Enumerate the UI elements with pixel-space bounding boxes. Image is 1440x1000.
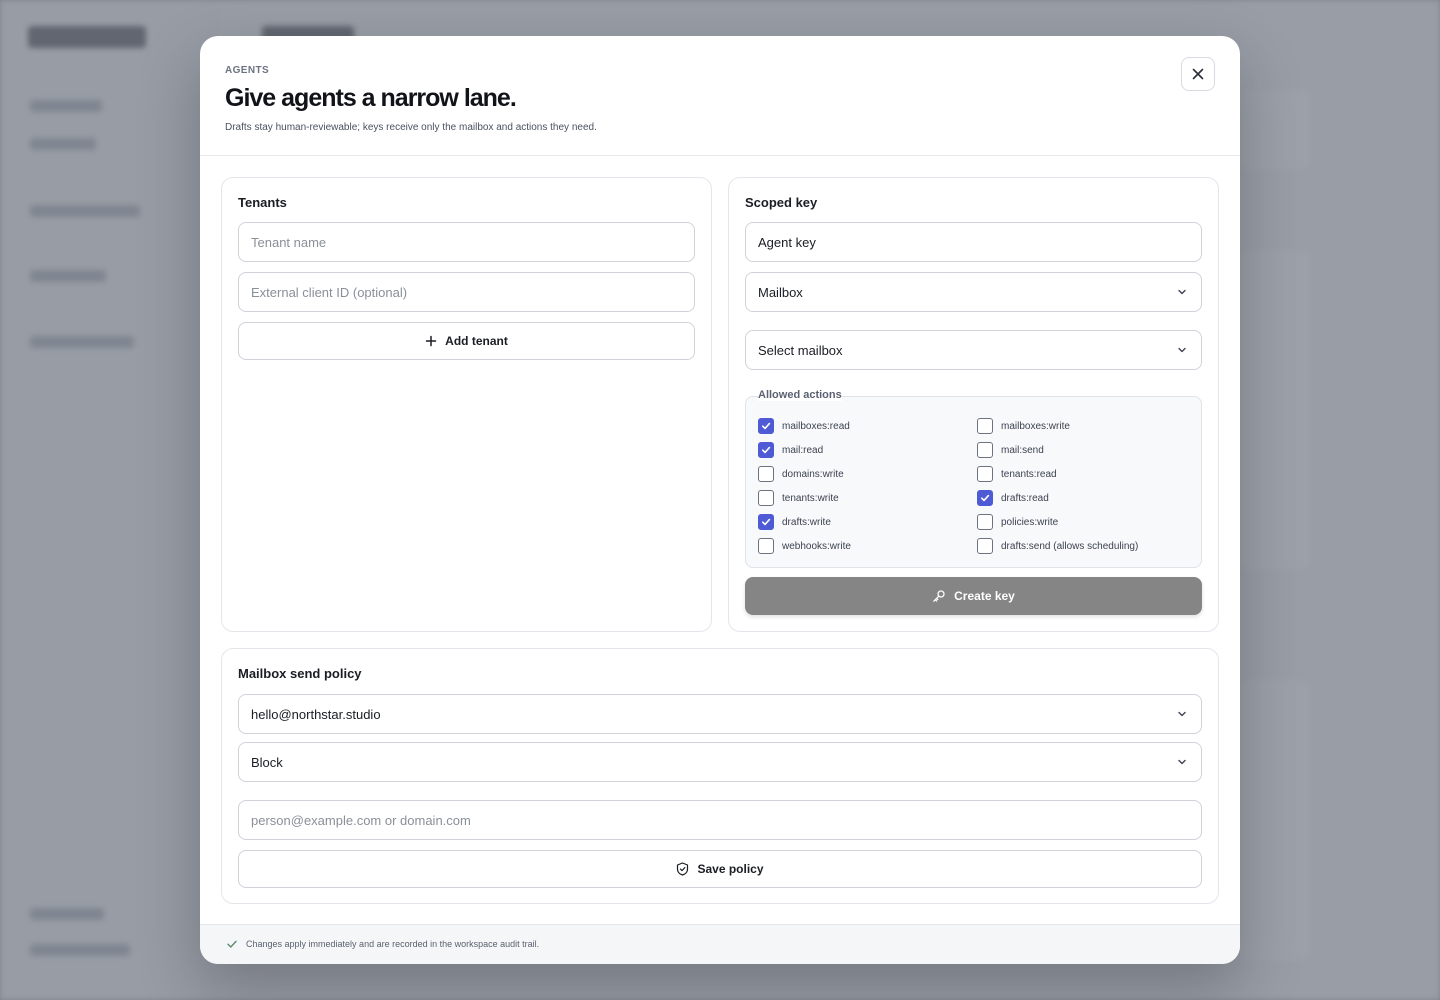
modal-subtitle: Drafts stay human-reviewable; keys recei… <box>225 122 597 133</box>
action-checkbox-label: mail:send <box>1001 444 1044 456</box>
check-icon <box>762 422 771 430</box>
tenants-title: Tenants <box>238 195 287 210</box>
modal-header: AGENTS Give agents a narrow lane. Drafts… <box>200 36 1240 156</box>
create-key-label: Create key <box>954 589 1015 603</box>
chevron-down-icon <box>1178 711 1186 717</box>
action-checkbox-item[interactable]: tenants:read <box>977 466 1057 482</box>
scope-type-value: Mailbox <box>758 284 803 300</box>
action-checkbox-label: mailboxes:write <box>1001 420 1070 432</box>
checkbox-unchecked[interactable] <box>977 466 993 482</box>
checkbox-unchecked[interactable] <box>758 466 774 482</box>
mailbox-select[interactable]: Select mailbox <box>745 330 1202 370</box>
allowed-actions-label: Allowed actions <box>758 389 842 401</box>
action-checkbox-item[interactable]: webhooks:write <box>758 538 851 554</box>
key-icon <box>933 590 945 602</box>
action-checkbox-item[interactable]: mailboxes:write <box>977 418 1070 434</box>
send-policy-card: Mailbox send policy hello@northstar.stud… <box>221 648 1219 904</box>
modal-footer: Changes apply immediately and are record… <box>200 924 1240 964</box>
action-checkbox-label: domains:write <box>782 468 844 480</box>
action-checkbox-item[interactable]: mail:read <box>758 442 823 458</box>
check-icon <box>762 446 771 454</box>
close-icon <box>1192 68 1204 80</box>
check-icon <box>762 518 771 526</box>
action-checkbox-item[interactable]: domains:write <box>758 466 844 482</box>
action-checkbox-item[interactable]: drafts:read <box>977 490 1049 506</box>
checkbox-checked[interactable] <box>758 442 774 458</box>
action-checkbox-item[interactable]: mailboxes:read <box>758 418 850 434</box>
scope-type-select[interactable]: Mailbox <box>745 272 1202 312</box>
add-tenant-button[interactable]: Add tenant <box>238 322 695 360</box>
send-policy-title: Mailbox send policy <box>238 666 362 681</box>
action-checkbox-item[interactable]: drafts:send (allows scheduling) <box>977 538 1138 554</box>
check-icon <box>227 940 237 948</box>
action-checkbox-label: mailboxes:read <box>782 420 850 432</box>
action-checkbox-label: tenants:write <box>782 492 839 504</box>
checkbox-unchecked[interactable] <box>758 538 774 554</box>
checkbox-checked[interactable] <box>758 418 774 434</box>
tenant-name-input[interactable]: Tenant name <box>238 222 695 262</box>
scoped-key-card: Scoped key Agent key Mailbox Select mail… <box>728 177 1219 632</box>
action-checkbox-label: tenants:read <box>1001 468 1057 480</box>
checkbox-unchecked[interactable] <box>758 490 774 506</box>
policy-mode-select[interactable]: Block <box>238 742 1202 782</box>
policy-mailbox-value: hello@northstar.studio <box>251 706 381 722</box>
scoped-key-title: Scoped key <box>745 195 818 210</box>
checkbox-unchecked[interactable] <box>977 442 993 458</box>
shield-check-icon <box>677 862 689 876</box>
key-name-input[interactable]: Agent key <box>745 222 1202 262</box>
add-tenant-label: Add tenant <box>445 334 508 348</box>
action-checkbox-label: webhooks:write <box>782 540 851 552</box>
chevron-down-icon <box>1178 289 1186 295</box>
policy-mailbox-select[interactable]: hello@northstar.studio <box>238 694 1202 734</box>
tenants-card: Tenants Tenant name External client ID (… <box>221 177 712 632</box>
action-checkbox-label: drafts:write <box>782 516 831 528</box>
action-checkbox-item[interactable]: policies:write <box>977 514 1058 530</box>
chevron-down-icon <box>1178 347 1186 353</box>
action-checkbox-label: drafts:send (allows scheduling) <box>1001 540 1139 552</box>
policy-mode-value: Block <box>251 754 283 770</box>
checkbox-unchecked[interactable] <box>977 418 993 434</box>
save-policy-label: Save policy <box>697 862 764 876</box>
action-checkbox-label: mail:read <box>782 444 824 456</box>
checkbox-unchecked[interactable] <box>977 538 993 554</box>
close-button[interactable] <box>1181 57 1215 91</box>
action-checkbox-item[interactable]: drafts:write <box>758 514 831 530</box>
checkbox-checked[interactable] <box>758 514 774 530</box>
mailbox-select-value: Select mailbox <box>758 342 843 358</box>
action-checkbox-item[interactable]: tenants:write <box>758 490 839 506</box>
action-checkbox-label: drafts:read <box>1001 492 1049 504</box>
checkbox-checked[interactable] <box>977 490 993 506</box>
action-checkbox-item[interactable]: mail:send <box>977 442 1044 458</box>
modal-eyebrow: AGENTS <box>225 65 270 76</box>
footer-note: Changes apply immediately and are record… <box>246 939 540 949</box>
external-client-id-input[interactable]: External client ID (optional) <box>238 272 695 312</box>
policy-target-input[interactable]: person@example.com or domain.com <box>238 800 1202 840</box>
check-icon <box>981 494 990 502</box>
plus-icon <box>425 335 437 347</box>
checkbox-unchecked[interactable] <box>977 514 993 530</box>
create-key-button[interactable]: Create key <box>745 577 1202 615</box>
action-checkbox-label: policies:write <box>1001 516 1059 528</box>
agents-modal: AGENTS Give agents a narrow lane. Drafts… <box>200 36 1240 964</box>
modal-title: Give agents a narrow lane. <box>225 84 517 112</box>
save-policy-button[interactable]: Save policy <box>238 850 1202 888</box>
chevron-down-icon <box>1178 759 1186 765</box>
